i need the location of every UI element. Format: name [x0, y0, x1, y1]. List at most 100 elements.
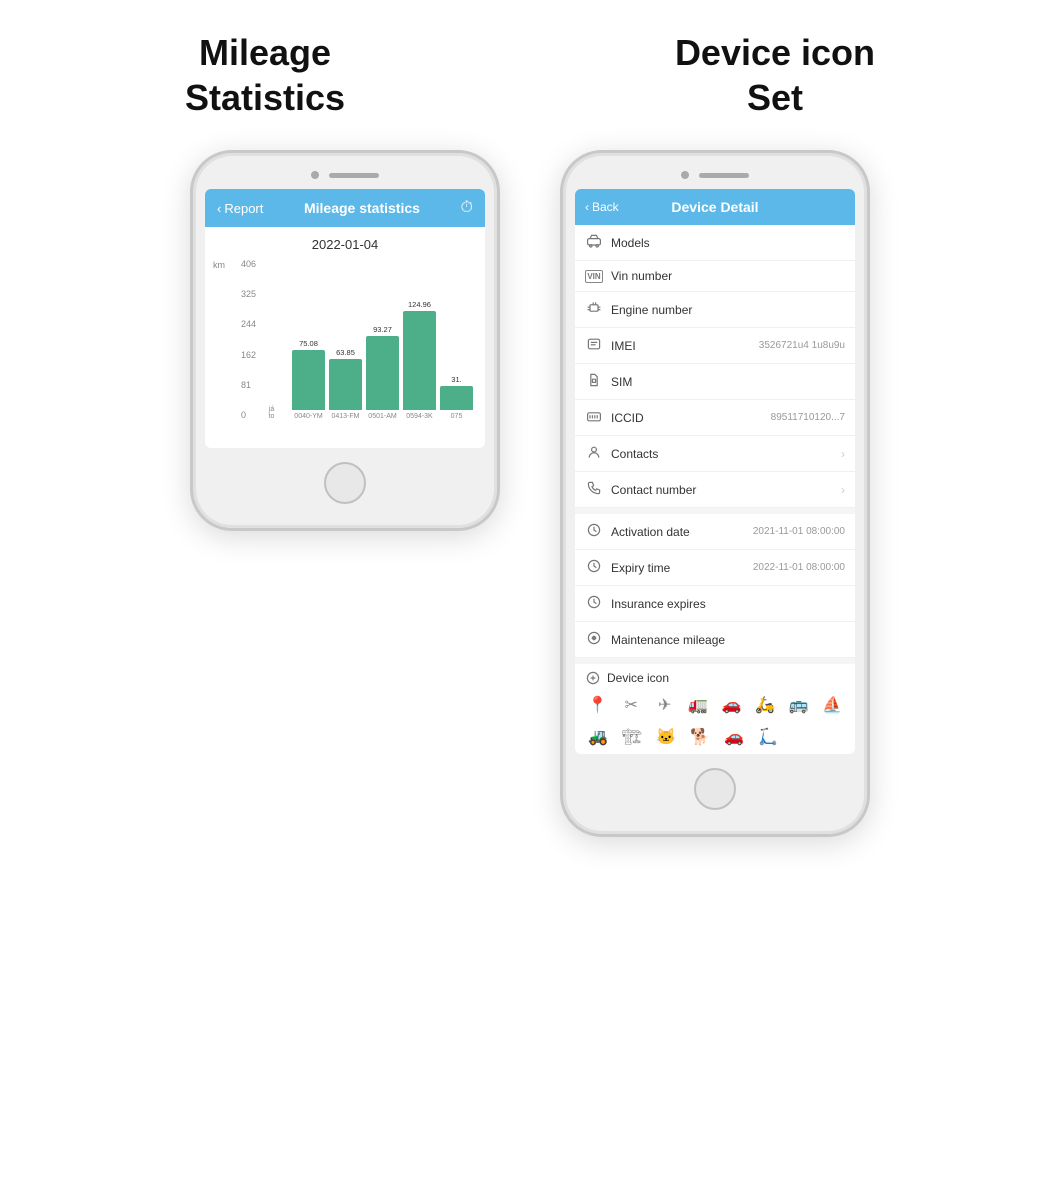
bar-075: [440, 386, 473, 410]
mileage-chart-area: 2022-01-04 km 406 325 244 162 81 0: [205, 227, 485, 448]
icon-scissors[interactable]: ✂: [619, 692, 645, 718]
bar-value-0413fm: 63.85: [336, 348, 355, 357]
icon-cat[interactable]: 🐱: [653, 724, 679, 750]
bar-value-05943k: 124.96: [408, 300, 431, 309]
right-phone: ‹ Back Device Detail: [560, 150, 870, 837]
maintenance-icon: [585, 630, 603, 649]
activation-date-value: 2021-11-01 08:00:00: [753, 526, 845, 537]
imei-value: 3526721u4 1u8u9u: [759, 340, 845, 351]
row-vin: VIN Vin number: [575, 261, 855, 292]
bar-0501am: [366, 336, 399, 410]
bar-value-0501am: 93.27: [373, 325, 392, 334]
left-title: Mileage Statistics: [185, 30, 345, 120]
bar-group-0040ym: 75.08 0040-YM: [292, 339, 325, 420]
icon-bus[interactable]: 🚌: [786, 692, 812, 718]
speaker-right: [699, 173, 749, 178]
mileage-back-label: Report: [224, 201, 263, 216]
contacts-arrow-icon: ›: [841, 447, 845, 461]
contacts-label: Contacts: [611, 447, 833, 461]
device-detail-list: Models VIN Vin number Engine number: [575, 225, 855, 754]
icon-boat[interactable]: ⛵: [820, 692, 846, 718]
phone-notch-left: [311, 171, 379, 179]
camera-right: [681, 171, 689, 179]
camera-left: [311, 171, 319, 179]
chart-bars: já to 75.08 0040-YM 63.85 0413-FM: [255, 264, 473, 420]
row-insurance: Insurance expires: [575, 586, 855, 622]
engine-icon: [585, 300, 603, 319]
expiry-clock-icon: [585, 558, 603, 577]
expiry-time-label: Expiry time: [611, 561, 745, 575]
y-tick-81: 81: [241, 381, 256, 390]
icon-dog[interactable]: 🐕: [687, 724, 713, 750]
bar-value-0040ym: 75.08: [299, 339, 318, 348]
device-detail-back-label: Back: [592, 200, 619, 214]
icon-car2[interactable]: 🚗: [721, 724, 747, 750]
left-phone: ‹ Report Mileage statistics ⏱ 2022-01-04…: [190, 150, 500, 531]
phones-container: ‹ Report Mileage statistics ⏱ 2022-01-04…: [190, 150, 870, 837]
device-detail-screen: ‹ Back Device Detail: [575, 189, 855, 754]
row-models: Models: [575, 225, 855, 261]
back-chevron-icon: ‹: [217, 201, 221, 216]
icon-scooter[interactable]: 🛵: [753, 692, 779, 718]
chart-container: km 406 325 244 162 81 0 j: [213, 260, 477, 440]
iccid-label: ICCID: [611, 411, 763, 425]
imei-label: IMEI: [611, 339, 751, 353]
y-tick-244: 244: [241, 320, 256, 329]
imei-icon: [585, 336, 603, 355]
y-tick-0: 0: [241, 411, 256, 420]
icon-car[interactable]: 🚗: [719, 692, 745, 718]
clock-history-icon[interactable]: ⏱: [461, 199, 473, 217]
insurance-label: Insurance expires: [611, 597, 845, 611]
bar-value-075: 31.: [451, 375, 461, 384]
home-button-right[interactable]: [694, 768, 736, 810]
iccid-value: 89511710120...7: [771, 412, 845, 423]
models-label: Models: [611, 236, 845, 250]
row-contacts[interactable]: Contacts ›: [575, 436, 855, 472]
device-icons-grid: 📍 ✂ ✈ 🚛 🚗 🛵 🚌 ⛵ 🚜 🏗 🐱: [585, 692, 845, 750]
contact-number-arrow-icon: ›: [841, 483, 845, 497]
row-activation-date: Activation date 2021-11-01 08:00:00: [575, 514, 855, 550]
activation-clock-icon: [585, 522, 603, 541]
row-engine: Engine number: [575, 292, 855, 328]
y-tick-162: 162: [241, 351, 256, 360]
device-detail-nav: ‹ Back Device Detail: [575, 189, 855, 225]
row-imei: IMEI 3526721u4 1u8u9u: [575, 328, 855, 364]
row-contact-number[interactable]: Contact number ›: [575, 472, 855, 508]
car-icon: [585, 233, 603, 252]
bar-0413fm: [329, 359, 362, 410]
row-iccid: ICCID 89511710120...7: [575, 400, 855, 436]
icon-plane[interactable]: ✈: [652, 692, 678, 718]
device-detail-title: Device Detail: [671, 199, 758, 215]
row-sim: SIM: [575, 364, 855, 400]
bar-label-05943k: 0594-3K: [406, 413, 432, 420]
mileage-back-btn[interactable]: ‹ Report: [217, 201, 263, 216]
row-maintenance: Maintenance mileage: [575, 622, 855, 658]
iccid-icon: [585, 408, 603, 427]
y-tick-406: 406: [241, 260, 256, 269]
bar-label-jato: já to: [269, 406, 275, 420]
bar-group-jato: já to: [255, 401, 288, 420]
sim-label: SIM: [611, 375, 845, 389]
phone-icon: [585, 480, 603, 499]
device-detail-back-btn[interactable]: ‹ Back: [585, 200, 619, 214]
device-icons-row1: 📍 ✂ ✈ 🚛 🚗 🛵 🚌 ⛵: [585, 692, 845, 718]
bar-label-0413fm: 0413-FM: [331, 413, 359, 420]
home-button-left[interactable]: [324, 462, 366, 504]
chart-y-label: km: [213, 260, 225, 270]
y-tick-325: 325: [241, 290, 256, 299]
mileage-nav-bar: ‹ Report Mileage statistics ⏱: [205, 189, 485, 227]
contact-number-label: Contact number: [611, 483, 833, 497]
bar-0040ym: [292, 350, 325, 410]
icon-bicycle[interactable]: 🛴: [755, 724, 781, 750]
activation-date-label: Activation date: [611, 525, 745, 539]
icon-location[interactable]: 📍: [585, 692, 611, 718]
device-icon-section: Device icon 📍 ✂ ✈ 🚛 🚗 🛵 🚌 ⛵: [575, 664, 855, 754]
icon-truck[interactable]: 🚛: [686, 692, 712, 718]
bar-group-05943k: 124.96 0594-3K: [403, 300, 436, 420]
icon-crane[interactable]: 🏗: [619, 724, 645, 750]
bar-05943k: [403, 311, 436, 410]
icon-tractor[interactable]: 🚜: [585, 724, 611, 750]
right-title: Device icon Set: [675, 30, 875, 120]
bar-label-075: 075: [451, 413, 463, 420]
speaker-left: [329, 173, 379, 178]
